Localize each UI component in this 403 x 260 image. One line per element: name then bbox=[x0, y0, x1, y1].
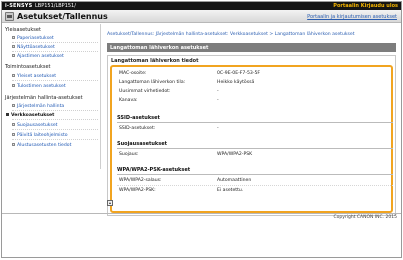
main-content: Asetukset/Tallennus: Järjestelmän hallin… bbox=[104, 24, 400, 216]
ssid-value: - bbox=[217, 126, 219, 131]
page-header: Asetukset/Tallennus Portaalin ja kirjaut… bbox=[2, 10, 401, 23]
bullet-icon bbox=[12, 143, 15, 146]
mac-address-label: MAC-osoite: bbox=[119, 71, 147, 76]
sidebar-item-label: Tulostimen asetukset bbox=[17, 84, 66, 89]
security-section-header: Suojausasetukset bbox=[117, 141, 393, 149]
sidebar-item-firmware[interactable]: Päivitä laiteohjelmisto bbox=[12, 133, 68, 138]
divider bbox=[12, 139, 98, 140]
back-to-top-icon[interactable] bbox=[107, 200, 113, 206]
settings-icon bbox=[5, 12, 14, 21]
breadcrumb[interactable]: Asetukset/Tallennus: Järjestelmän hallin… bbox=[107, 32, 355, 37]
sidebar-category-function: Toimintoasetukset bbox=[5, 64, 51, 70]
channel-label: Kanava: bbox=[119, 98, 138, 103]
sidebar-item-paper[interactable]: Paperiasetukset bbox=[12, 36, 54, 41]
bullet-icon bbox=[6, 113, 9, 116]
bullet-icon bbox=[12, 84, 15, 87]
sidebar-item-label: Yleiset asetukset bbox=[17, 74, 57, 79]
bullet-icon bbox=[12, 123, 15, 126]
divider bbox=[12, 80, 98, 81]
wpa-psk-label: WPA/WPA2-PSK: bbox=[119, 188, 156, 193]
sidebar-item-network[interactable]: Verkkoasetukset bbox=[6, 113, 100, 118]
wlan-status-value: Heikko käytössä bbox=[217, 80, 255, 85]
divider bbox=[12, 42, 98, 43]
bullet-icon bbox=[12, 54, 15, 57]
browser-page: i-SENSYS LBP151/LBP151/ Portaalin Kirjau… bbox=[1, 1, 402, 258]
divider bbox=[117, 185, 393, 186]
ssid-label: SSID-asetukset: bbox=[119, 126, 156, 131]
sidebar-item-label: Suojausasetukset bbox=[17, 123, 58, 128]
ssid-section-header: SSID-asetukset bbox=[117, 115, 393, 123]
sidebar-item-label: Alustusasetusten tiedot bbox=[17, 143, 72, 148]
divider bbox=[12, 119, 98, 120]
error-info-label: Uusimmat virhetiedot: bbox=[119, 89, 171, 94]
security-value: WPA/WPA2-PSK bbox=[217, 152, 253, 157]
sidebar-item-common[interactable]: Yleiset asetukset bbox=[12, 74, 56, 79]
bullet-icon bbox=[12, 74, 15, 77]
sidebar-item-label: Näyttöasetukset bbox=[17, 45, 55, 50]
wpa-encryption-label: WPA/WPA2-salaus: bbox=[119, 178, 162, 183]
bullet-icon bbox=[12, 36, 15, 39]
sidebar-item-label: Päivitä laiteohjelmisto bbox=[17, 133, 68, 138]
sidebar-item-security[interactable]: Suojausasetukset bbox=[12, 123, 57, 128]
divider bbox=[12, 129, 98, 130]
wlan-status-label: Langattoman lähiverkon tila: bbox=[119, 80, 186, 85]
divider bbox=[12, 51, 98, 52]
panel-title: Langattoman lähiverkon tiedot bbox=[111, 58, 199, 64]
divider bbox=[12, 110, 98, 111]
wpa-section-header: WPA/WPA2-PSK-asetukset bbox=[117, 167, 393, 175]
section-toolbar: Langattoman lähiverkon asetukset bbox=[107, 43, 396, 52]
bullet-icon bbox=[12, 133, 15, 136]
error-info-value: - bbox=[217, 89, 219, 94]
section-title: Langattoman lähiverkon asetukset bbox=[110, 45, 209, 51]
footer-divider bbox=[2, 213, 401, 214]
sidebar-item-label: Ajastimen asetukset bbox=[17, 54, 64, 59]
sidebar-item-label: Paperiasetukset bbox=[17, 36, 54, 41]
bullet-icon bbox=[12, 104, 15, 107]
sidebar-item-system-management[interactable]: Järjestelmän hallinta bbox=[12, 104, 64, 109]
copyright: Copyright CANON INC. 2015 bbox=[333, 215, 398, 220]
sidebar-item-initialize[interactable]: Alustusasetusten tiedot bbox=[12, 143, 71, 148]
sidebar-category-general: Yleisasetukset bbox=[5, 27, 41, 33]
info-panel: Langattoman lähiverkon tiedot MAC-osoite… bbox=[107, 55, 396, 216]
portal-settings-link[interactable]: Portaalin ja kirjautumisen asetukset bbox=[307, 14, 397, 20]
sidebar: Yleisasetukset Paperiasetukset Näyttöase… bbox=[2, 24, 101, 169]
wpa-psk-value: Ei asetettu. bbox=[217, 188, 244, 193]
mac-address-value: 0C-9E-0E-F7-53-5F bbox=[217, 71, 261, 76]
bullet-icon bbox=[12, 45, 15, 48]
sidebar-item-timer[interactable]: Ajastimen asetukset bbox=[12, 54, 64, 59]
brand-name: i-SENSYS bbox=[5, 3, 33, 9]
top-bar: i-SENSYS LBP151/LBP151/ Portaalin Kirjau… bbox=[2, 2, 401, 10]
sidebar-category-system: Järjestelmän hallinta-asetukset bbox=[5, 95, 83, 101]
wpa-encryption-value: Automaattinen bbox=[217, 178, 252, 183]
sidebar-item-label: Verkkoasetukset bbox=[11, 113, 55, 118]
model-name: LBP151/LBP151/ bbox=[35, 3, 76, 9]
sidebar-item-printer[interactable]: Tulostimen asetukset bbox=[12, 84, 66, 89]
page-title: Asetukset/Tallennus bbox=[17, 12, 108, 21]
sidebar-item-display[interactable]: Näyttöasetukset bbox=[12, 45, 55, 50]
channel-value: - bbox=[217, 98, 219, 103]
highlight-frame: MAC-osoite: 0C-9E-0E-F7-53-5F Langattoma… bbox=[110, 65, 393, 213]
security-label: Suojaus: bbox=[119, 152, 139, 157]
portal-logout-links[interactable]: Portaalin Kirjaudu ulos bbox=[333, 3, 398, 9]
sidebar-item-label: Järjestelmän hallinta bbox=[17, 104, 65, 109]
